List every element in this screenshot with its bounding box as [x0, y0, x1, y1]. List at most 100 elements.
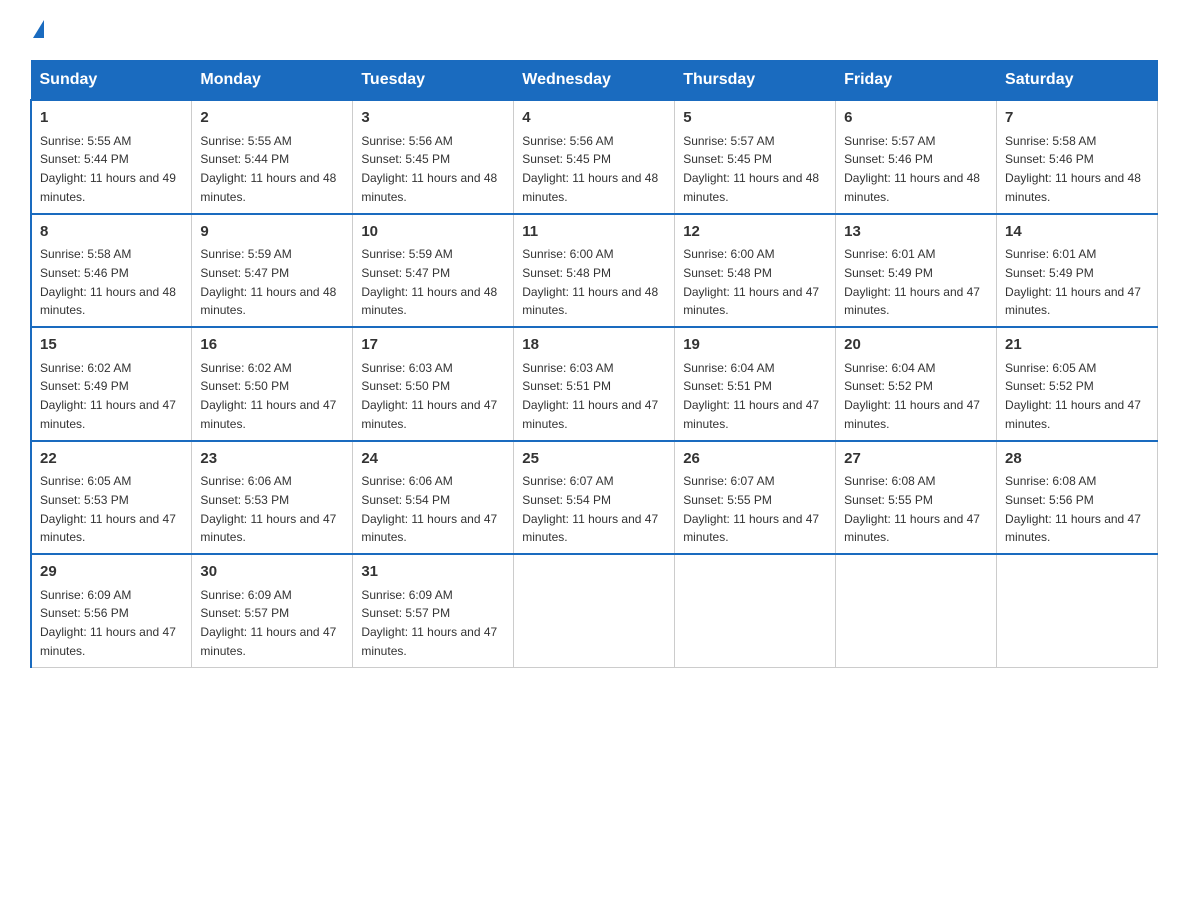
calendar-cell: 27Sunrise: 6:08 AMSunset: 5:55 PMDayligh… — [836, 441, 997, 555]
day-info: Sunrise: 6:09 AMSunset: 5:57 PMDaylight:… — [200, 588, 336, 658]
calendar-cell — [514, 554, 675, 667]
calendar-cell: 16 Sunrise: 6:02 AMSunset: 5:50 PMDayligh… — [192, 327, 353, 441]
calendar-cell: 9 Sunrise: 5:59 AMSunset: 5:47 PMDaylight… — [192, 214, 353, 328]
day-number: 13 — [844, 221, 988, 244]
day-info: Sunrise: 5:59 AMSunset: 5:47 PMDaylight:… — [361, 247, 497, 317]
day-info: Sunrise: 6:04 AMSunset: 5:52 PMDaylight:… — [844, 361, 980, 431]
calendar-cell: 2 Sunrise: 5:55 AMSunset: 5:44 PMDaylight… — [192, 100, 353, 214]
day-number: 5 — [683, 107, 827, 130]
day-number: 9 — [200, 221, 344, 244]
day-info: Sunrise: 5:56 AMSunset: 5:45 PMDaylight:… — [361, 134, 497, 204]
day-number: 28 — [1005, 448, 1149, 471]
calendar-cell: 26Sunrise: 6:07 AMSunset: 5:55 PMDayligh… — [675, 441, 836, 555]
day-info: Sunrise: 6:01 AMSunset: 5:49 PMDaylight:… — [844, 247, 980, 317]
day-number: 22 — [40, 448, 183, 471]
calendar-table: SundayMondayTuesdayWednesdayThursdayFrid… — [30, 60, 1158, 668]
calendar-cell — [675, 554, 836, 667]
day-number: 29 — [40, 561, 183, 584]
day-info: Sunrise: 5:59 AMSunset: 5:47 PMDaylight:… — [200, 247, 336, 317]
day-number: 2 — [200, 107, 344, 130]
col-header-saturday: Saturday — [997, 61, 1158, 101]
col-header-friday: Friday — [836, 61, 997, 101]
col-header-tuesday: Tuesday — [353, 61, 514, 101]
day-info: Sunrise: 6:09 AMSunset: 5:56 PMDaylight:… — [40, 588, 176, 658]
calendar-cell: 15 Sunrise: 6:02 AMSunset: 5:49 PMDayligh… — [31, 327, 192, 441]
calendar-cell: 22 Sunrise: 6:05 AMSunset: 5:53 PMDayligh… — [31, 441, 192, 555]
day-info: Sunrise: 6:06 AMSunset: 5:54 PMDaylight:… — [361, 474, 497, 544]
calendar-cell: 3 Sunrise: 5:56 AMSunset: 5:45 PMDaylight… — [353, 100, 514, 214]
calendar-cell: 6 Sunrise: 5:57 AMSunset: 5:46 PMDaylight… — [836, 100, 997, 214]
day-number: 15 — [40, 334, 183, 357]
day-info: Sunrise: 6:02 AMSunset: 5:50 PMDaylight:… — [200, 361, 336, 431]
day-info: Sunrise: 5:58 AMSunset: 5:46 PMDaylight:… — [40, 247, 176, 317]
day-info: Sunrise: 5:55 AMSunset: 5:44 PMDaylight:… — [200, 134, 336, 204]
calendar-cell: 1Sunrise: 5:55 AMSunset: 5:44 PMDaylight… — [31, 100, 192, 214]
day-info: Sunrise: 6:08 AMSunset: 5:56 PMDaylight:… — [1005, 474, 1141, 544]
day-number: 12 — [683, 221, 827, 244]
calendar-cell: 25 Sunrise: 6:07 AMSunset: 5:54 PMDayligh… — [514, 441, 675, 555]
day-number: 8 — [40, 221, 183, 244]
day-number: 21 — [1005, 334, 1149, 357]
col-header-wednesday: Wednesday — [514, 61, 675, 101]
day-info: Sunrise: 6:05 AMSunset: 5:53 PMDaylight:… — [40, 474, 176, 544]
day-info: Sunrise: 6:00 AMSunset: 5:48 PMDaylight:… — [683, 247, 819, 317]
calendar-cell: 28 Sunrise: 6:08 AMSunset: 5:56 PMDayligh… — [997, 441, 1158, 555]
calendar-cell: 21 Sunrise: 6:05 AMSunset: 5:52 PMDayligh… — [997, 327, 1158, 441]
day-number: 11 — [522, 221, 666, 244]
day-number: 4 — [522, 107, 666, 130]
day-info: Sunrise: 6:03 AMSunset: 5:51 PMDaylight:… — [522, 361, 658, 431]
day-info: Sunrise: 6:01 AMSunset: 5:49 PMDaylight:… — [1005, 247, 1141, 317]
day-number: 10 — [361, 221, 505, 244]
day-number: 16 — [200, 334, 344, 357]
calendar-cell: 12 Sunrise: 6:00 AMSunset: 5:48 PMDayligh… — [675, 214, 836, 328]
calendar-cell: 23 Sunrise: 6:06 AMSunset: 5:53 PMDayligh… — [192, 441, 353, 555]
day-info: Sunrise: 5:58 AMSunset: 5:46 PMDaylight:… — [1005, 134, 1141, 204]
calendar-cell: 18 Sunrise: 6:03 AMSunset: 5:51 PMDayligh… — [514, 327, 675, 441]
day-number: 31 — [361, 561, 505, 584]
calendar-cell: 10 Sunrise: 5:59 AMSunset: 5:47 PMDayligh… — [353, 214, 514, 328]
calendar-cell: 11 Sunrise: 6:00 AMSunset: 5:48 PMDayligh… — [514, 214, 675, 328]
day-number: 25 — [522, 448, 666, 471]
day-info: Sunrise: 6:02 AMSunset: 5:49 PMDaylight:… — [40, 361, 176, 431]
day-info: Sunrise: 6:08 AMSunset: 5:55 PMDaylight:… — [844, 474, 980, 544]
col-header-sunday: Sunday — [31, 61, 192, 101]
calendar-cell: 7Sunrise: 5:58 AMSunset: 5:46 PMDaylight… — [997, 100, 1158, 214]
day-info: Sunrise: 6:06 AMSunset: 5:53 PMDaylight:… — [200, 474, 336, 544]
day-number: 6 — [844, 107, 988, 130]
calendar-cell: 17 Sunrise: 6:03 AMSunset: 5:50 PMDayligh… — [353, 327, 514, 441]
day-info: Sunrise: 5:56 AMSunset: 5:45 PMDaylight:… — [522, 134, 658, 204]
day-number: 23 — [200, 448, 344, 471]
day-number: 17 — [361, 334, 505, 357]
day-number: 18 — [522, 334, 666, 357]
logo-triangle-icon — [33, 20, 44, 38]
day-info: Sunrise: 6:03 AMSunset: 5:50 PMDaylight:… — [361, 361, 497, 431]
calendar-cell: 13 Sunrise: 6:01 AMSunset: 5:49 PMDayligh… — [836, 214, 997, 328]
day-info: Sunrise: 6:00 AMSunset: 5:48 PMDaylight:… — [522, 247, 658, 317]
calendar-cell: 31 Sunrise: 6:09 AMSunset: 5:57 PMDayligh… — [353, 554, 514, 667]
day-number: 19 — [683, 334, 827, 357]
calendar-cell: 24 Sunrise: 6:06 AMSunset: 5:54 PMDayligh… — [353, 441, 514, 555]
calendar-cell: 4 Sunrise: 5:56 AMSunset: 5:45 PMDaylight… — [514, 100, 675, 214]
calendar-cell: 8 Sunrise: 5:58 AMSunset: 5:46 PMDaylight… — [31, 214, 192, 328]
day-number: 20 — [844, 334, 988, 357]
day-info: Sunrise: 6:07 AMSunset: 5:54 PMDaylight:… — [522, 474, 658, 544]
col-header-monday: Monday — [192, 61, 353, 101]
day-info: Sunrise: 5:57 AMSunset: 5:46 PMDaylight:… — [844, 134, 980, 204]
day-info: Sunrise: 5:57 AMSunset: 5:45 PMDaylight:… — [683, 134, 819, 204]
calendar-cell: 30 Sunrise: 6:09 AMSunset: 5:57 PMDayligh… — [192, 554, 353, 667]
day-number: 3 — [361, 107, 505, 130]
calendar-cell: 14 Sunrise: 6:01 AMSunset: 5:49 PMDayligh… — [997, 214, 1158, 328]
calendar-cell: 29 Sunrise: 6:09 AMSunset: 5:56 PMDayligh… — [31, 554, 192, 667]
calendar-cell: 5 Sunrise: 5:57 AMSunset: 5:45 PMDaylight… — [675, 100, 836, 214]
day-info: Sunrise: 5:55 AMSunset: 5:44 PMDaylight:… — [40, 134, 176, 204]
day-number: 14 — [1005, 221, 1149, 244]
logo — [30, 20, 44, 40]
day-number: 24 — [361, 448, 505, 471]
calendar-cell: 20 Sunrise: 6:04 AMSunset: 5:52 PMDayligh… — [836, 327, 997, 441]
calendar-cell — [836, 554, 997, 667]
day-info: Sunrise: 6:09 AMSunset: 5:57 PMDaylight:… — [361, 588, 497, 658]
day-info: Sunrise: 6:05 AMSunset: 5:52 PMDaylight:… — [1005, 361, 1141, 431]
page-header — [30, 20, 1158, 40]
day-number: 26 — [683, 448, 827, 471]
day-number: 30 — [200, 561, 344, 584]
